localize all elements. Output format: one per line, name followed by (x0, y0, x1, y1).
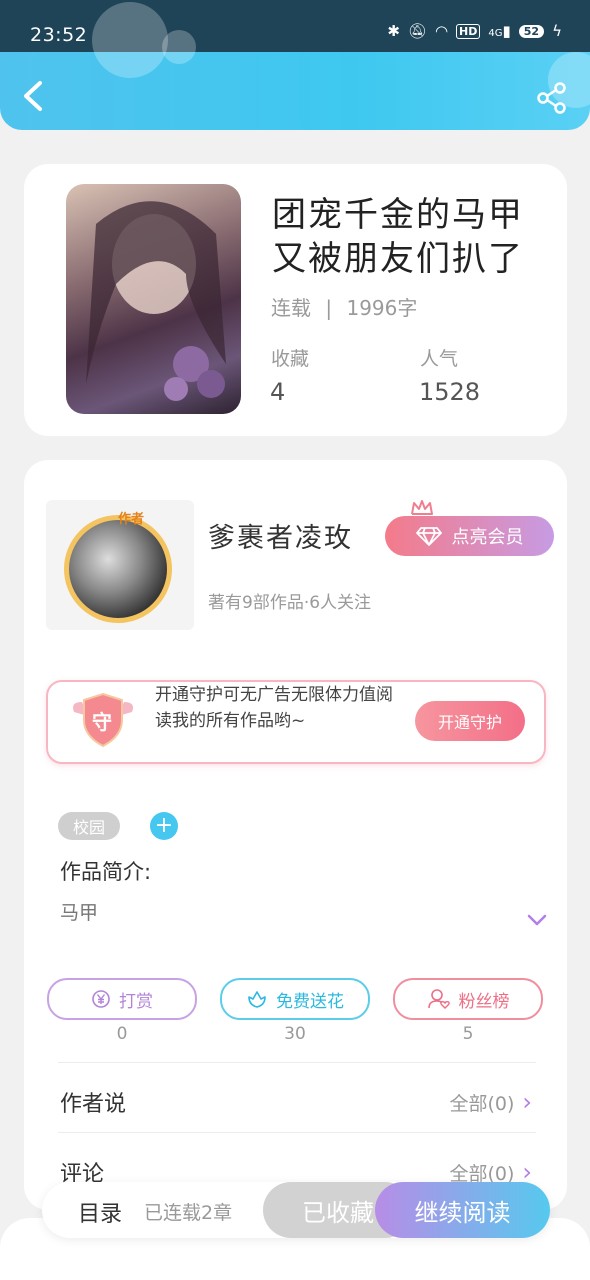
toc-button[interactable]: 目录 (78, 1196, 122, 1228)
4g-signal-icon: 4G▮ (488, 22, 511, 40)
fan-count: 5 (462, 1024, 474, 1044)
add-tag-button[interactable]: + (150, 812, 178, 840)
send-flower-button[interactable]: 免费送花 (220, 978, 370, 1020)
popularity-label: 人气 (420, 348, 459, 370)
guard-badge: 守 (92, 710, 112, 734)
chevron-left-icon[interactable] (20, 80, 46, 112)
open-guard-button[interactable]: 开通守护 (415, 701, 525, 741)
diamond-icon (415, 527, 442, 546)
popularity-value: 1528 (419, 378, 481, 406)
book-cover-image[interactable] (66, 184, 241, 414)
favorites-value: 4 (270, 378, 286, 406)
author-says-all[interactable]: 全部(0) › (449, 1088, 532, 1116)
chevron-down-icon[interactable] (526, 912, 548, 928)
vip-button[interactable]: 点亮会员 (385, 516, 554, 556)
continue-reading-button[interactable]: 继续阅读 (375, 1182, 550, 1238)
hd-icon: HD (456, 23, 481, 39)
yen-icon (92, 990, 110, 1008)
avatar[interactable] (64, 515, 172, 623)
bluetooth-icon: ✱ (387, 22, 400, 40)
charging-icon: ϟ (552, 22, 562, 40)
divider (58, 1132, 536, 1133)
author-name[interactable]: 爹裹者凌玫 (208, 516, 353, 555)
share-icon[interactable] (536, 82, 568, 114)
book-status-line: 连载 | 1996字 (271, 296, 418, 320)
book-word-count: 1996字 (346, 296, 418, 320)
divider (58, 1062, 536, 1063)
crown-icon (411, 500, 433, 515)
author-says-label[interactable]: 作者说 (60, 1086, 126, 1118)
flower-count: 30 (284, 1024, 306, 1044)
battery-icon: 52 (518, 24, 545, 38)
guard-text: 开通守护可无广告无限体力值阅读我的所有作品哟~ (155, 685, 393, 731)
status-time: 23:52 (30, 24, 88, 46)
decor-bubble (162, 30, 196, 64)
chapter-count: 已连载2章 (144, 1202, 233, 1224)
tip-label: 打赏 (119, 991, 153, 1012)
decor-bubble (92, 2, 168, 78)
tip-count: 0 (116, 1024, 128, 1044)
flower-icon (248, 991, 266, 1008)
status-icons: ✱ 🔕︎ ◠ HD 4G▮ 52 ϟ (387, 22, 562, 40)
intro-label: 作品简介: (60, 860, 152, 884)
send-flower-label: 免费送花 (276, 991, 344, 1012)
fan-ranking-button[interactable]: 粉丝榜 (393, 978, 543, 1020)
wifi-icon: ◠ (434, 22, 449, 40)
chevron-right-icon: › (522, 1088, 532, 1116)
genre-tag[interactable]: 校园 (58, 812, 120, 840)
fan-icon (427, 989, 450, 1009)
fan-ranking-label: 粉丝榜 (458, 991, 510, 1012)
book-status: 连载 (271, 296, 311, 320)
author-meta: 著有9部作品·6人关注 (208, 593, 372, 613)
tip-button[interactable]: 打赏 (47, 978, 197, 1020)
mute-icon: 🔕︎ (407, 22, 427, 40)
intro-text: 马甲 (60, 902, 99, 924)
author-badge: 作者 (118, 512, 145, 527)
book-title: 团宠千金的马甲又被朋友们扒了 (272, 195, 524, 279)
favorites-label: 收藏 (271, 348, 310, 370)
vip-button-label: 点亮会员 (451, 527, 524, 548)
